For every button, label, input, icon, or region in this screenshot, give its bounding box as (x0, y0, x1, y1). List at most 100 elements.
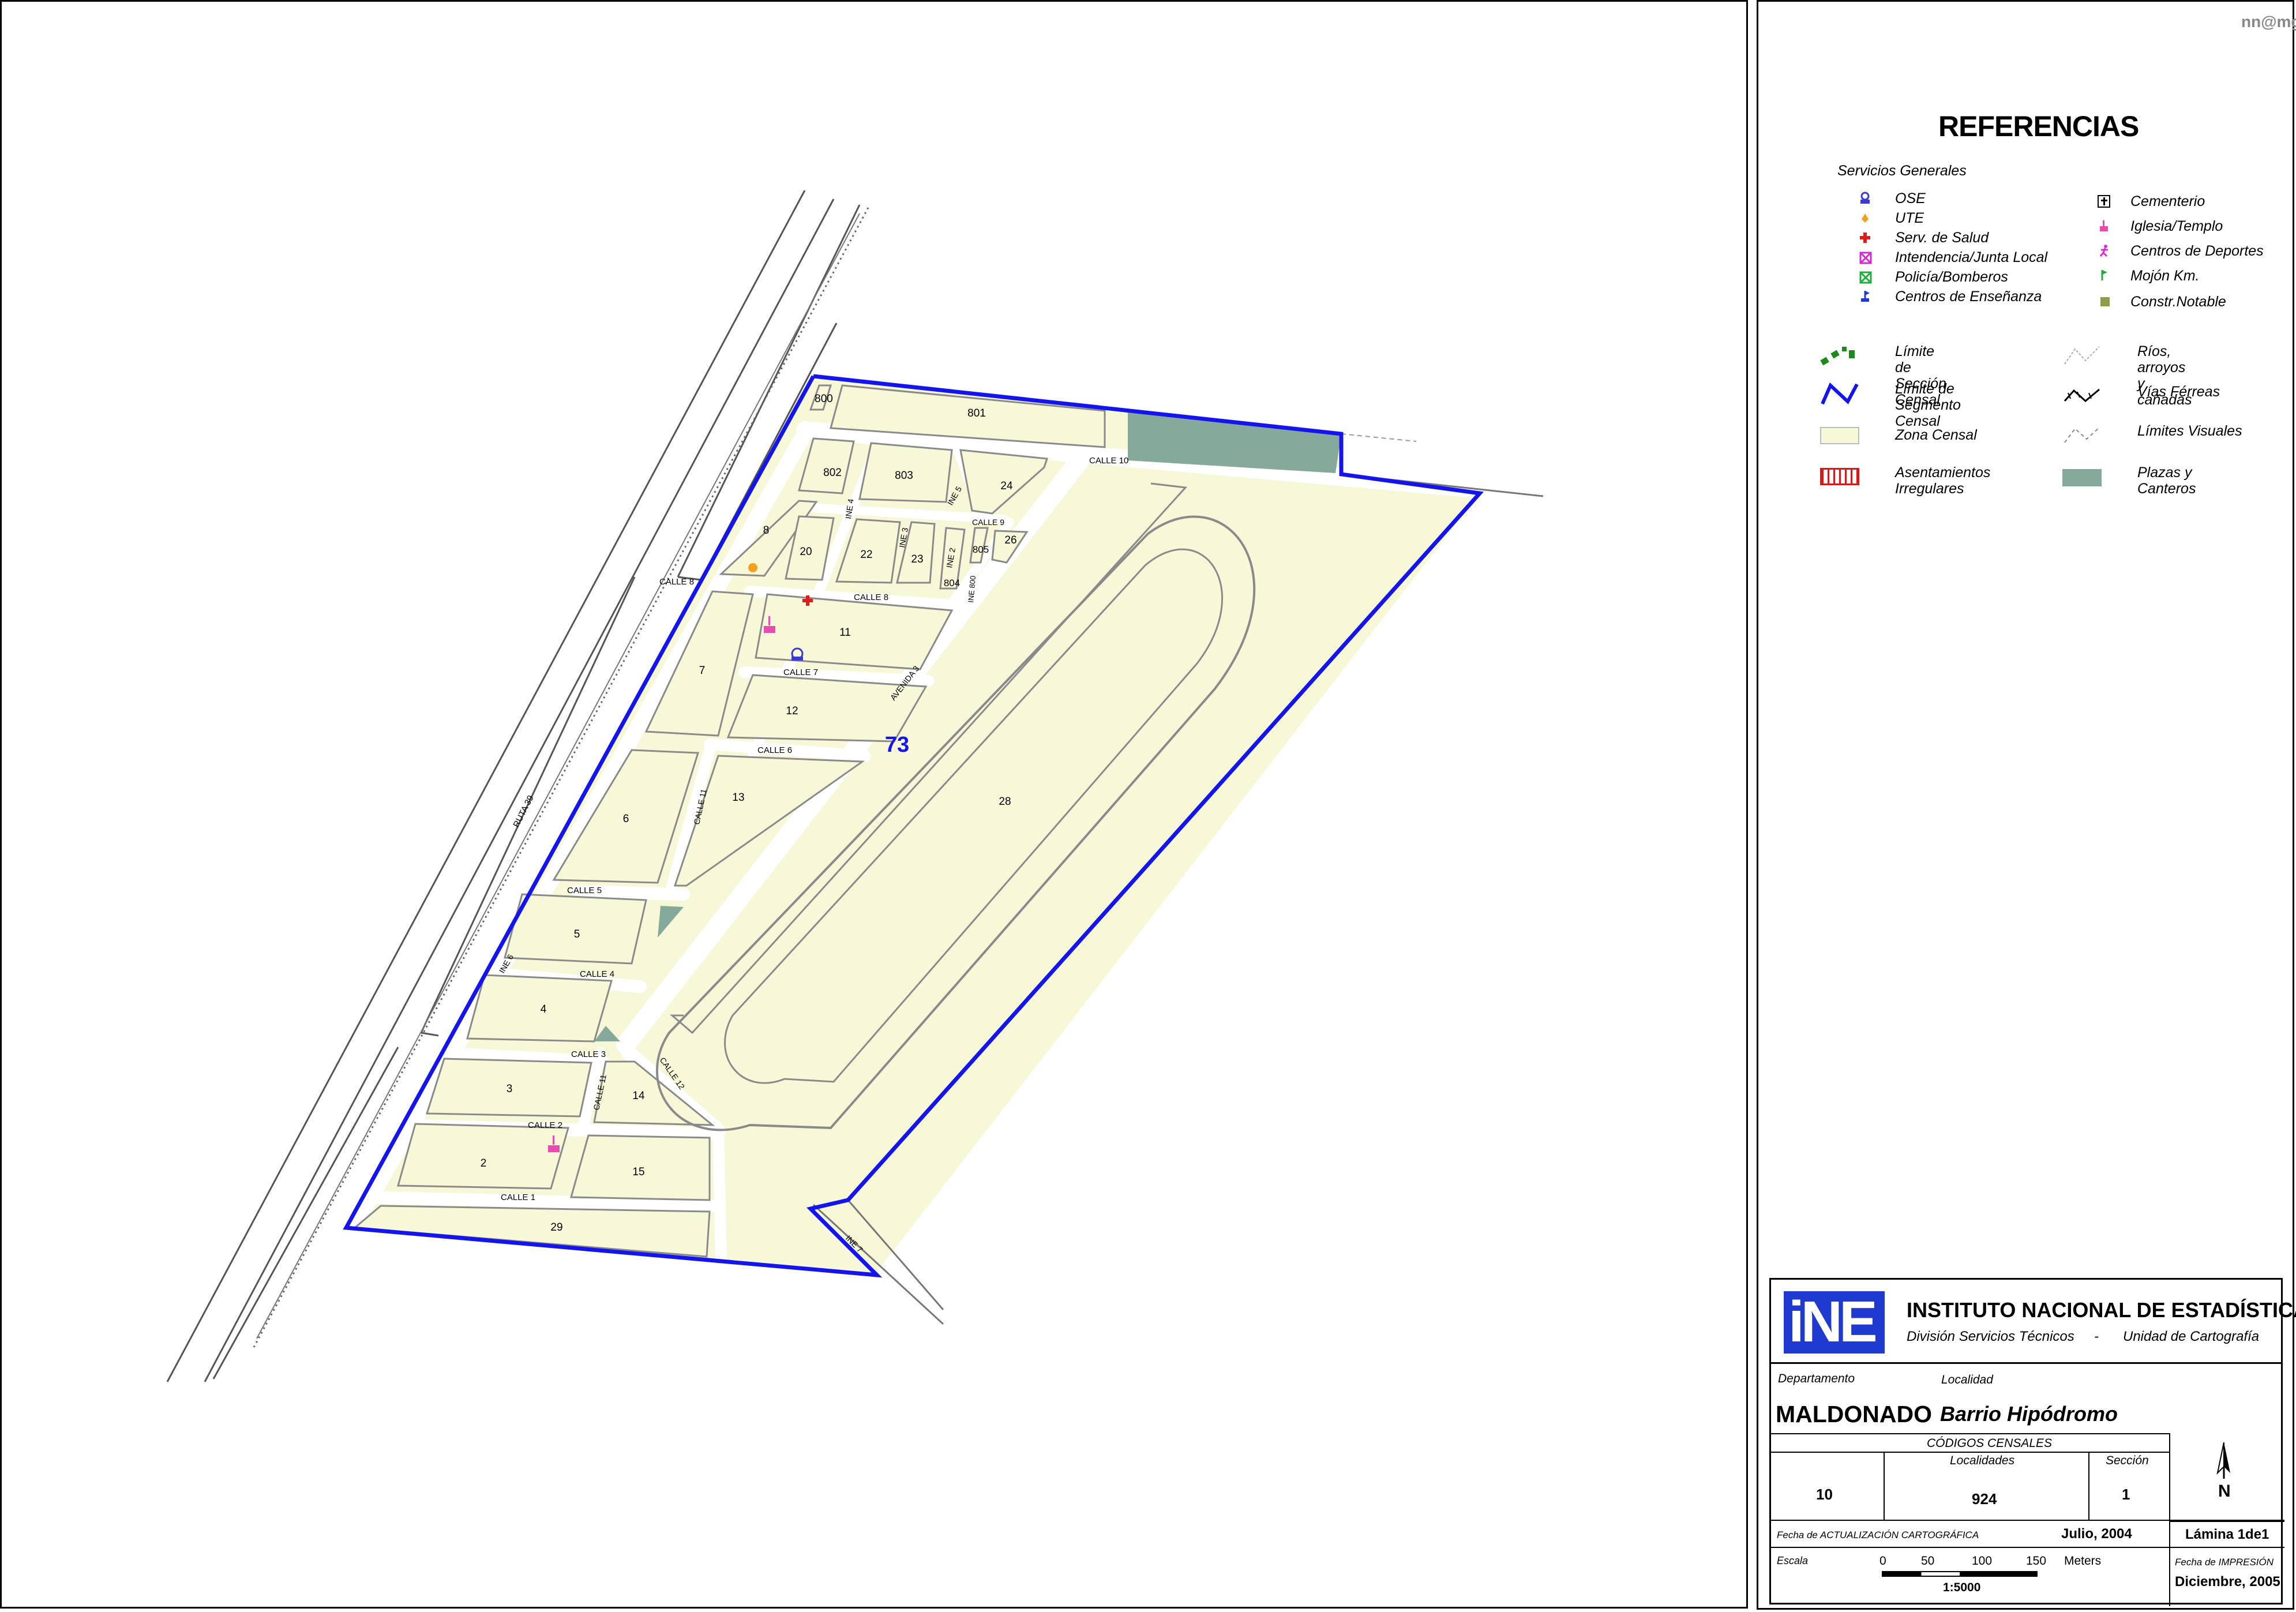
segment-limit-icon (1820, 381, 1860, 406)
block-label: 800 (815, 393, 833, 405)
legend-label: Vías Férreas (2137, 384, 2220, 400)
north-label: N (2218, 1482, 2231, 1501)
ute-icon (748, 563, 757, 572)
census-map[interactable]: 73 800 801 802 803 24 8 20 22 23 805 26 … (0, 0, 1751, 1612)
ute-icon (1860, 212, 1870, 224)
cemetery-cross-icon (2097, 194, 2111, 208)
block-label: 803 (895, 470, 913, 482)
code-departamento: 10 (1816, 1486, 1833, 1503)
divider (1771, 1362, 2281, 1364)
legend-title: REFERENCIAS (1938, 110, 2139, 143)
divider (1771, 1452, 2169, 1453)
irregular-settlement-swatch-icon (1820, 468, 1859, 485)
street-label: CALLE 10 (1089, 456, 1128, 466)
block-label: 22 (860, 549, 872, 561)
legend-label: Mojón Km. (2130, 268, 2200, 284)
title-block: iNE INSTITUTO NACIONAL DE ESTADÍSTICA Di… (1769, 1278, 2296, 1606)
block-label: 23 (911, 553, 923, 565)
fecha-impresion-label: Fecha de IMPRESIÓN (2175, 1557, 2274, 1568)
street-label: CALLE 1 (501, 1193, 535, 1202)
departamento-value: MALDONADO (1776, 1401, 1933, 1427)
block-label: 8 (763, 524, 770, 537)
legend-label: Límites Visuales (2137, 423, 2242, 439)
legend-label: Serv. de Salud (1895, 230, 1989, 246)
block-label: 24 (1000, 480, 1013, 492)
block-2[interactable] (397, 1123, 569, 1190)
block-label: 14 (632, 1090, 645, 1102)
intendencia-icon (1859, 252, 1872, 264)
code-seccion: 1 (2122, 1486, 2130, 1503)
scale-unit: Meters (2064, 1554, 2102, 1568)
scale-ratio: 1:5000 (1943, 1581, 1981, 1594)
legend-label: Asentamientos Irregulares (1895, 464, 1991, 497)
escala-label: Escala (1777, 1555, 1809, 1566)
road-line (1341, 433, 1417, 442)
division-separator: - (2094, 1329, 2099, 1344)
localidad-label: Localidad (1941, 1373, 1993, 1386)
health-cross-icon (1859, 232, 1871, 243)
fecha-actualizacion-value: Julio, 2004 (2061, 1526, 2132, 1542)
code-localidad: 924 (1972, 1490, 1997, 1508)
divider (1771, 1433, 2169, 1434)
legend-label: UTE (1895, 210, 1924, 226)
block-label: 805 (973, 544, 989, 555)
legend-subtitle: Servicios Generales (1837, 163, 1967, 179)
fecha-impresion-value: Diciembre, 2005 (2175, 1574, 2280, 1589)
section-limit-icon (1820, 343, 1860, 366)
divider (1771, 1547, 2284, 1548)
notable-building-square-icon (2099, 296, 2111, 308)
divider (2169, 1521, 2284, 1522)
legend-label: Límite de Segmento Censal (1895, 381, 1961, 429)
block-29[interactable] (352, 1205, 711, 1258)
scale-tick-50: 50 (1921, 1554, 1935, 1568)
divider (1884, 1452, 1885, 1520)
legend-label: Policía/Bomberos (1895, 269, 2008, 285)
block-label: 4 (541, 1003, 547, 1015)
legend-label: Intendencia/Junta Local (1895, 249, 2048, 265)
unit-name: Unidad de Cartografía (2123, 1329, 2260, 1344)
block-label: 28 (999, 796, 1011, 808)
school-flag-icon (1859, 290, 1872, 303)
scale-tick-100: 100 (1972, 1554, 1993, 1568)
street-label: CALLE 4 (580, 969, 614, 979)
street-label: CALLE 3 (571, 1049, 606, 1059)
scale-tick-150: 150 (2026, 1554, 2047, 1568)
street-label: CALLE 6 (757, 745, 792, 755)
plazas-swatch-icon (2062, 469, 2102, 486)
highway-edge (421, 1032, 439, 1037)
legend-label: Zona Censal (1895, 427, 1977, 443)
legend-label: Cementerio (2130, 193, 2205, 209)
street-label: CALLE 9 (972, 518, 1004, 527)
church-icon (2098, 219, 2110, 233)
divider (2169, 1433, 2170, 1606)
codigos-label: CÓDIGOS CENSALES (1927, 1437, 2053, 1450)
block-4[interactable] (466, 974, 613, 1043)
block-label: 3 (507, 1083, 513, 1095)
census-zone-swatch-icon (1820, 427, 1859, 444)
block-label: 29 (550, 1221, 562, 1234)
localidades-label: Localidades (1950, 1454, 2015, 1467)
km-marker-flag-icon (2099, 269, 2110, 283)
sports-runner-icon (2098, 244, 2111, 258)
street-label: CALLE 2 (528, 1120, 562, 1130)
ine-logo: iNE (1784, 1289, 1885, 1354)
block-label: 7 (699, 665, 706, 677)
legend-label: Centros de Deportes (2130, 243, 2264, 259)
block-label: 804 (944, 578, 960, 588)
block-label: 15 (632, 1166, 644, 1178)
block-label: 2 (481, 1157, 487, 1169)
legend-label: Plazas y Canteros (2137, 464, 2196, 497)
street-label: CALLE 8 (854, 593, 888, 602)
legend-label: Centros de Enseñanza (1895, 288, 2042, 305)
block-label: 13 (732, 792, 744, 804)
departamento-label: Departamento (1778, 1372, 1855, 1385)
street-label: CALLE 7 (783, 668, 818, 677)
lamina-label: Lámina 1de1 (2185, 1527, 2269, 1542)
block-label: 26 (1004, 534, 1016, 546)
legend-label: Constr.Notable (2130, 294, 2226, 310)
block-12[interactable] (726, 674, 928, 743)
block-label: 12 (786, 705, 798, 717)
segment-number-label: 73 (885, 733, 909, 757)
street-label: CALLE 8 (659, 577, 694, 587)
localidad-value: Barrio Hipódromo (1940, 1402, 2118, 1426)
